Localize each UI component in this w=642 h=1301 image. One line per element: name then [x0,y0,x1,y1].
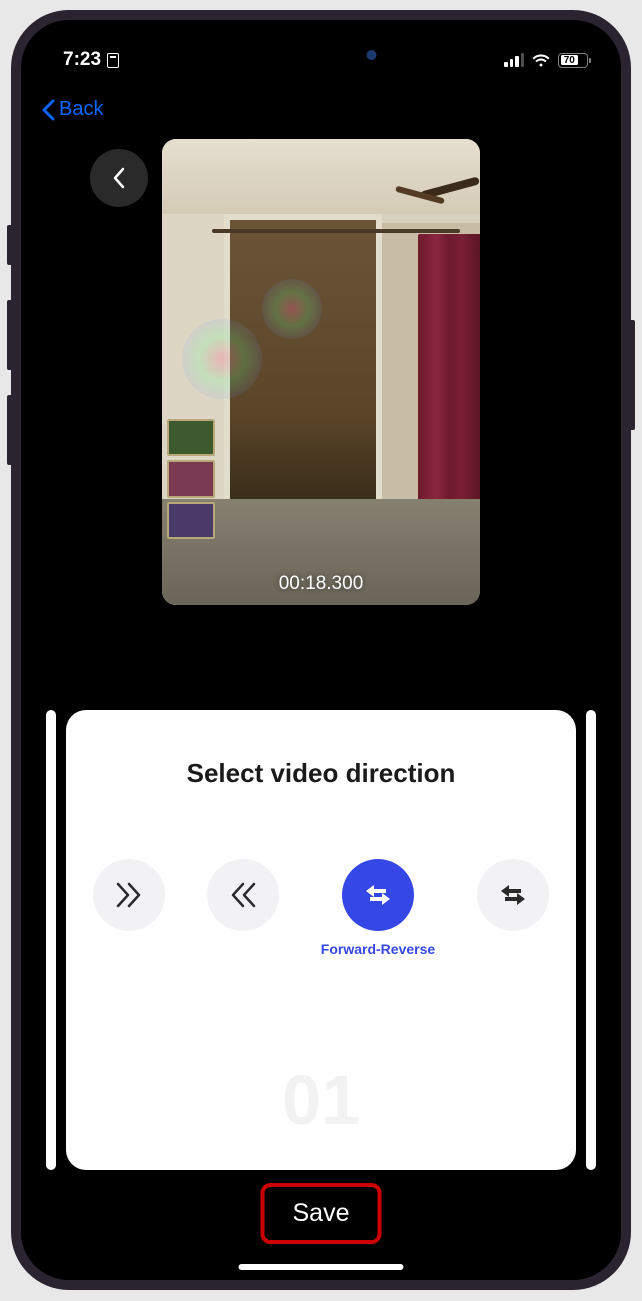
option-label-forward-reverse: Forward-Reverse [321,941,435,957]
cellular-signal-icon [504,53,524,67]
wifi-icon [531,53,551,68]
silent-switch [7,225,11,265]
preview-back-button[interactable] [90,149,148,207]
reverse-forward-icon [477,859,549,931]
status-time: 7:23 [63,49,101,71]
home-indicator[interactable] [239,1264,404,1270]
direction-panel: Select video direction [66,710,576,1170]
dynamic-island [244,36,399,74]
volume-down-button [7,395,11,465]
back-button[interactable]: Back [41,98,103,121]
video-preview[interactable]: 00:18.300 [162,139,480,605]
option-forward-reverse[interactable]: Forward-Reverse [321,859,435,957]
volume-up-button [7,300,11,370]
bottom-panel-container: Select video direction [46,710,596,1170]
chevron-left-icon [41,99,57,121]
sim-card-icon [107,53,119,68]
next-panel-sliver[interactable] [586,710,596,1170]
option-reverse-forward[interactable] [477,859,549,931]
panel-counter: 01 [282,1060,360,1140]
status-right: 70 [504,53,591,68]
video-timestamp: 00:18.300 [279,573,364,595]
battery-icon: 70 [558,53,591,68]
battery-level: 70 [561,55,579,65]
prev-panel-sliver[interactable] [46,710,56,1170]
back-label: Back [59,98,103,121]
nav-bar: Back [21,80,621,131]
chevron-left-icon [111,166,127,190]
panel-title: Select video direction [187,758,456,789]
direction-options: Forward-Reverse [93,859,549,957]
phone-frame: 7:23 70 Back [11,10,631,1290]
forward-reverse-icon [342,859,414,931]
save-button[interactable]: Save [261,1183,382,1244]
video-thumbnail-image [162,139,480,605]
power-button [631,320,635,430]
reverse-icon [207,859,279,931]
phone-screen: 7:23 70 Back [21,20,621,1280]
camera-indicator-icon [367,50,377,60]
video-preview-container: 00:18.300 [162,139,480,605]
forward-icon [93,859,165,931]
option-forward[interactable] [93,859,165,931]
option-reverse[interactable] [207,859,279,931]
status-left: 7:23 [63,49,119,71]
